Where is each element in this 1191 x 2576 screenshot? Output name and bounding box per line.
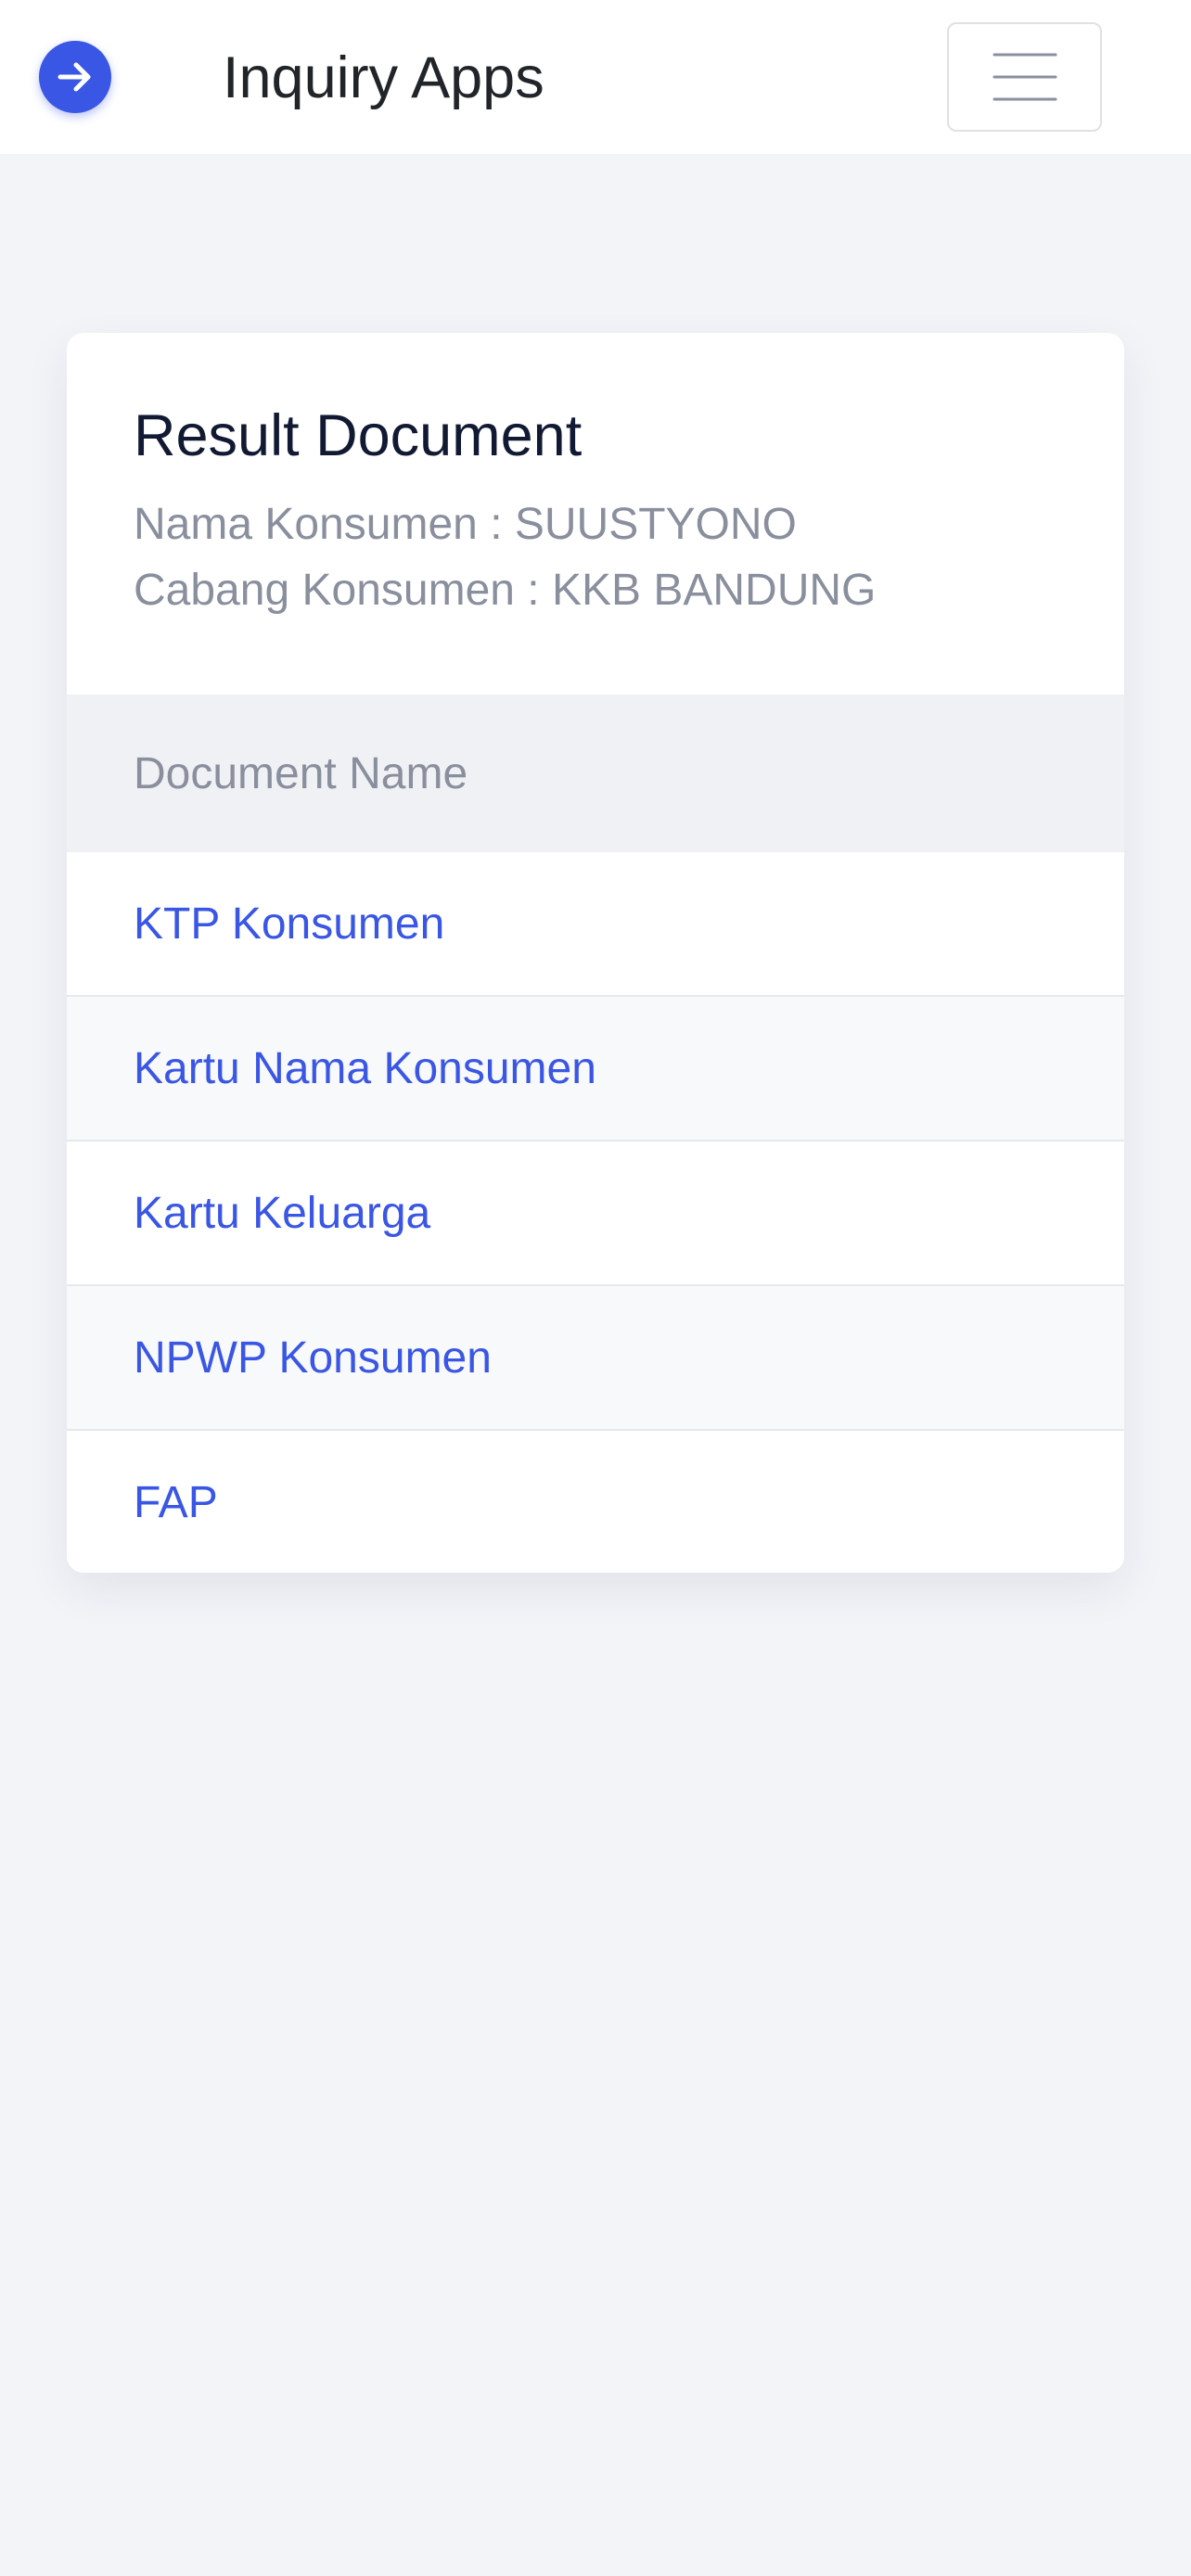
table-row: Kartu Nama Konsumen — [67, 997, 1124, 1141]
card-header: Result Document Nama Konsumen : SUUSTYON… — [67, 333, 1124, 695]
customer-branch: Cabang Konsumen : KKB BANDUNG — [134, 566, 877, 615]
arrow-right-circle-icon[interactable] — [39, 41, 111, 113]
menu-toggle-button[interactable] — [947, 22, 1102, 132]
table-row: Kartu Keluarga — [67, 1141, 1124, 1286]
table-row: NPWP Konsumen — [67, 1286, 1124, 1431]
result-card: Result Document Nama Konsumen : SUUSTYON… — [67, 333, 1124, 1573]
navbar: Inquiry Apps — [0, 0, 1191, 154]
document-link-kartu-nama-konsumen[interactable]: Kartu Nama Konsumen — [134, 1041, 596, 1097]
hamburger-menu-icon — [992, 53, 1057, 101]
table-header: Document Name — [67, 695, 1124, 852]
arrow-right-icon — [58, 62, 91, 92]
document-list: KTP Konsumen Kartu Nama Konsumen Kartu K… — [67, 852, 1124, 1573]
document-link-ktp-konsumen[interactable]: KTP Konsumen — [134, 897, 444, 952]
app-title: Inquiry Apps — [223, 45, 544, 110]
document-link-kartu-keluarga[interactable]: Kartu Keluarga — [134, 1186, 430, 1242]
card-title: Result Document — [134, 403, 583, 468]
table-row: KTP Konsumen — [67, 852, 1124, 997]
document-link-npwp-konsumen[interactable]: NPWP Konsumen — [134, 1331, 492, 1386]
customer-name: Nama Konsumen : SUUSTYONO — [134, 500, 797, 549]
document-link-fap[interactable]: FAP — [134, 1475, 218, 1531]
table-row: FAP — [67, 1431, 1124, 1573]
column-header-document-name: Document Name — [134, 749, 468, 798]
